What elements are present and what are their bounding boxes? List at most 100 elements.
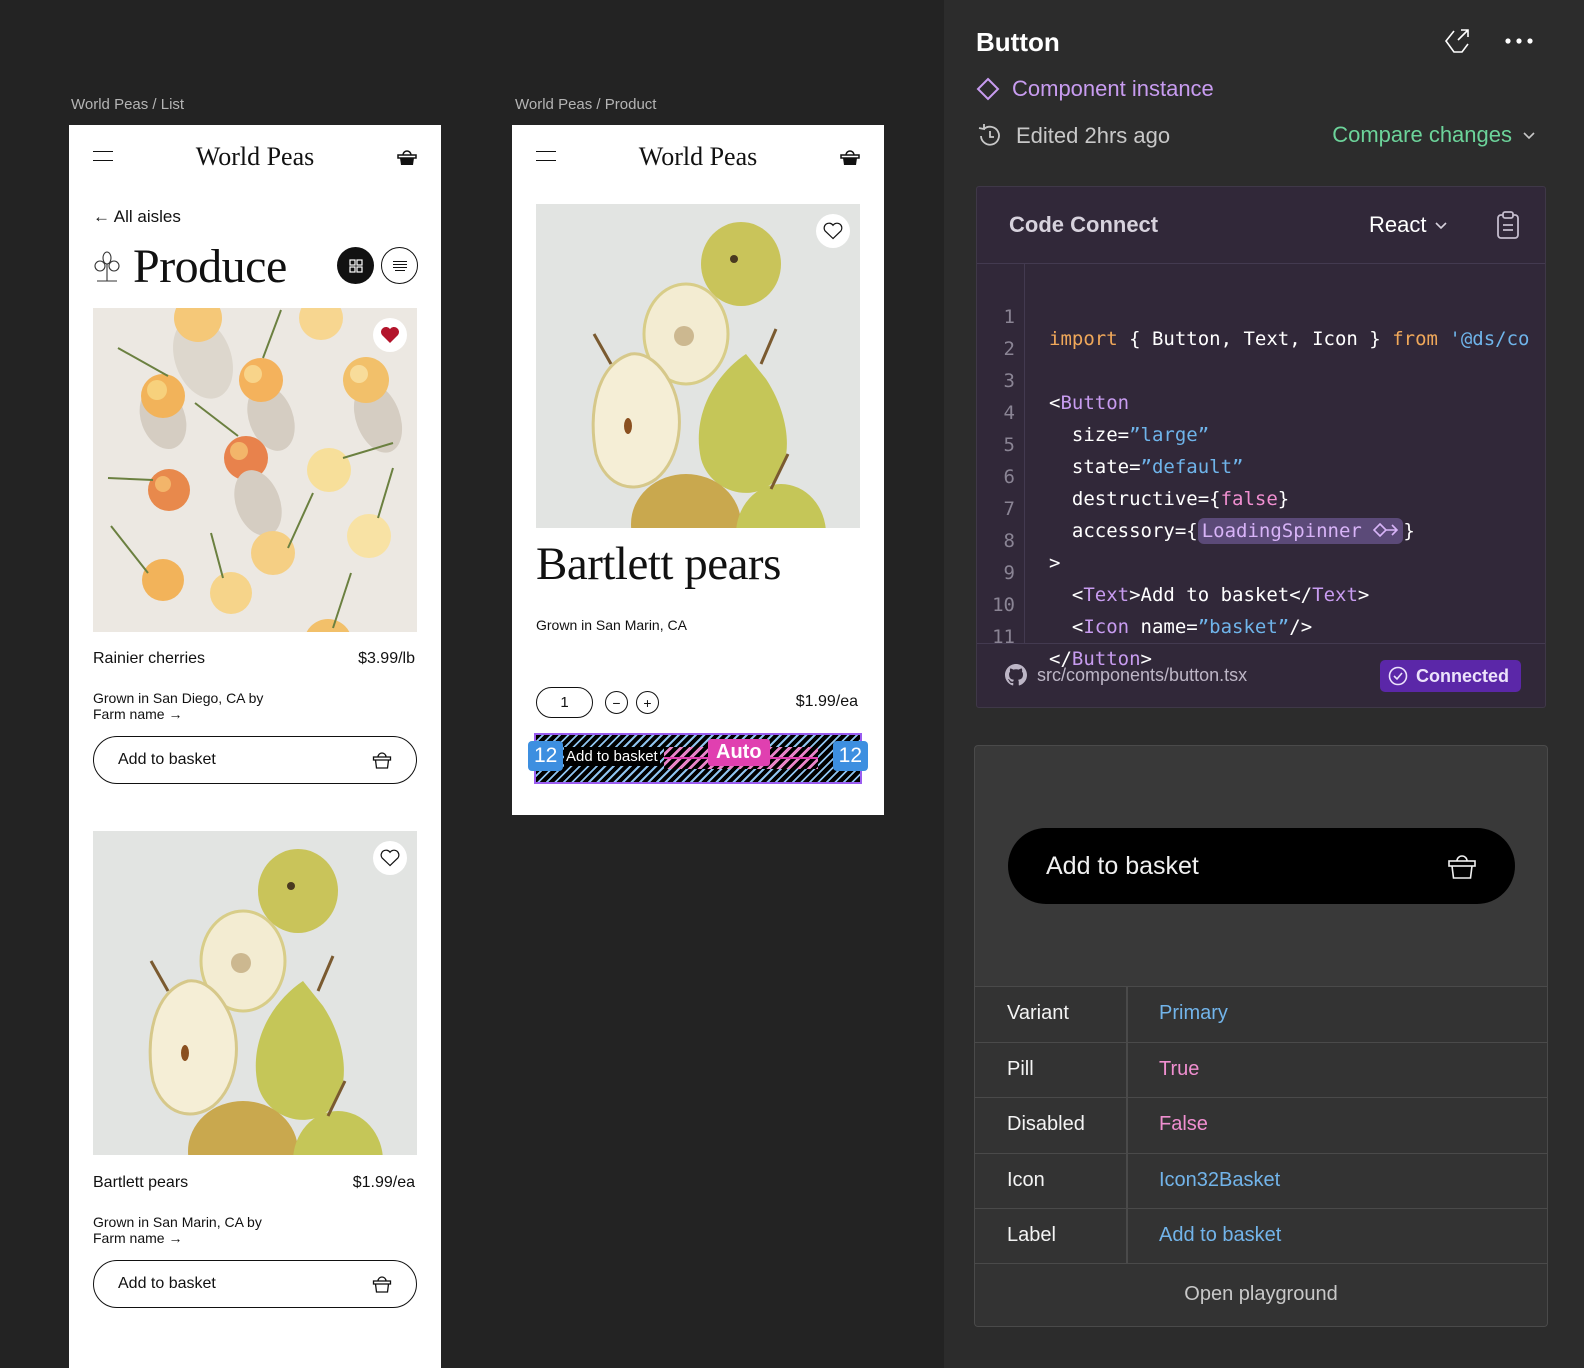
code-connect-card: Code Connect React 1 import { Button, Te… bbox=[976, 186, 1546, 708]
add-to-basket-button[interactable]: Add to basket bbox=[93, 1260, 417, 1308]
product-price: $1.99/ea bbox=[795, 693, 858, 710]
plus-icon: + bbox=[643, 694, 652, 711]
property-key: Variant bbox=[1007, 1002, 1069, 1024]
product-name[interactable]: Rainier cherries bbox=[93, 650, 205, 668]
property-value[interactable]: Icon32Basket bbox=[1159, 1169, 1280, 1192]
inspector-title: Button bbox=[976, 27, 1060, 57]
padding-left-badge[interactable]: 12 bbox=[528, 741, 564, 771]
go-to-main-component-button[interactable] bbox=[1440, 24, 1474, 58]
top-nav: World Peas bbox=[512, 125, 884, 189]
property-key: Icon bbox=[1007, 1168, 1045, 1191]
code-connect-header: Code Connect React bbox=[977, 187, 1545, 264]
property-row-icon[interactable]: Icon Icon32Basket bbox=[975, 1152, 1547, 1208]
product-origin: Grown in San Marin, CA by Farm name → bbox=[93, 1214, 262, 1246]
sprout-icon bbox=[94, 250, 120, 282]
github-icon bbox=[1005, 664, 1027, 686]
increment-button[interactable]: + bbox=[636, 691, 659, 714]
product-title: Bartlett pears bbox=[536, 538, 781, 590]
product-name[interactable]: Bartlett pears bbox=[93, 1174, 188, 1192]
grid-icon bbox=[348, 258, 363, 273]
code-line: 8 > bbox=[977, 508, 1545, 574]
padding-right-badge[interactable]: 12 bbox=[832, 741, 868, 771]
basket-icon[interactable] bbox=[840, 147, 860, 167]
list-icon bbox=[392, 260, 407, 271]
product-price: $1.99/ea bbox=[352, 1174, 415, 1191]
connected-badge: Connected bbox=[1379, 660, 1521, 692]
property-value[interactable]: True bbox=[1159, 1058, 1199, 1081]
farm-name-link[interactable]: Farm name → bbox=[93, 1230, 262, 1246]
language-label: React bbox=[1369, 212, 1427, 237]
source-file-link[interactable]: src/components/button.tsx bbox=[1005, 664, 1247, 686]
farm-name-link[interactable]: Farm name → bbox=[93, 706, 263, 722]
product-frame: World Peas Bartlett pears Grown in San M… bbox=[512, 125, 884, 815]
page-title-row: Produce bbox=[93, 239, 287, 294]
property-row-variant[interactable]: Variant Primary bbox=[975, 986, 1547, 1042]
code-line: 5 state=”default” bbox=[977, 412, 1545, 478]
basket-icon[interactable] bbox=[397, 147, 417, 167]
basket-icon bbox=[372, 1276, 392, 1293]
basket-icon bbox=[1448, 855, 1476, 879]
property-row-pill[interactable]: Pill True bbox=[975, 1041, 1547, 1097]
product-image-pears[interactable] bbox=[93, 831, 417, 1155]
selected-button-overlay[interactable]: Add to basket Auto 12 12 bbox=[528, 733, 868, 784]
property-key: Disabled bbox=[1007, 1113, 1085, 1135]
edited-row: Edited 2hrs ago bbox=[976, 122, 1170, 150]
property-value[interactable]: Add to basket bbox=[1159, 1224, 1281, 1247]
decrement-button[interactable]: − bbox=[605, 691, 628, 714]
history-icon bbox=[978, 124, 1000, 146]
connected-label: Connected bbox=[1415, 665, 1509, 686]
property-key: Label bbox=[1007, 1224, 1056, 1246]
more-icon bbox=[1505, 38, 1533, 44]
gap-auto-badge[interactable]: Auto bbox=[708, 739, 770, 766]
code-line: 3 <Button bbox=[977, 348, 1545, 414]
component-diamond-icon bbox=[976, 77, 1000, 101]
preview-button-label: Add to basket bbox=[1046, 851, 1199, 880]
preview-add-to-basket-button[interactable]: Add to basket bbox=[1008, 828, 1515, 904]
property-row-disabled[interactable]: Disabled False bbox=[975, 1097, 1547, 1153]
code-line: 11 </Button> bbox=[977, 604, 1545, 670]
property-key: Pill bbox=[1007, 1057, 1034, 1080]
list-frame: World Peas ← All aisles Produce Rainier … bbox=[69, 125, 441, 1368]
all-aisles-link[interactable]: ← All aisles bbox=[93, 207, 181, 227]
property-row-label[interactable]: Label Add to basket bbox=[975, 1208, 1547, 1264]
favorite-button[interactable] bbox=[816, 214, 850, 248]
code-line: 1 import { Button, Text, Icon } from '@d… bbox=[977, 284, 1545, 350]
chevron-down-icon bbox=[1435, 222, 1448, 230]
code-line: 10 <Icon name=”basket”/> bbox=[977, 572, 1545, 638]
properties-table: Variant Primary Pill True Disabled False… bbox=[975, 986, 1547, 1264]
product-origin: Grown in San Marin, CA bbox=[536, 617, 687, 633]
list-view-button[interactable] bbox=[381, 247, 418, 284]
more-options-button[interactable] bbox=[1502, 24, 1536, 58]
cherries-photo bbox=[107, 308, 403, 632]
clipboard-icon bbox=[1497, 211, 1519, 239]
code-line: 9 <Text>Add to basket</Text> bbox=[977, 540, 1545, 606]
component-instance-row[interactable]: Component instance bbox=[976, 76, 1214, 102]
frame-label-list[interactable]: World Peas / List bbox=[71, 96, 184, 113]
code-block[interactable]: 1 import { Button, Text, Icon } from '@d… bbox=[977, 264, 1545, 670]
button-label: Add to basket bbox=[118, 1275, 216, 1292]
property-value[interactable]: Primary bbox=[1159, 1002, 1228, 1025]
language-select[interactable]: React bbox=[1369, 212, 1448, 238]
component-preview-card: Add to basket Variant Primary Pill True bbox=[974, 745, 1548, 1327]
heart-outline-icon bbox=[823, 222, 843, 240]
file-path: src/components/button.tsx bbox=[1037, 664, 1248, 685]
brand-logo[interactable]: World Peas bbox=[69, 142, 441, 172]
heart-filled-icon bbox=[381, 327, 399, 343]
favorite-button[interactable] bbox=[373, 841, 407, 875]
compare-changes-dropdown[interactable]: Compare changes bbox=[1332, 122, 1536, 148]
add-to-basket-button[interactable]: Add to basket bbox=[93, 736, 417, 784]
page-title: Produce bbox=[133, 240, 287, 293]
frame-label-product[interactable]: World Peas / Product bbox=[515, 96, 656, 113]
property-value[interactable]: False bbox=[1159, 1113, 1208, 1136]
grid-view-button[interactable] bbox=[337, 247, 374, 284]
copy-code-button[interactable] bbox=[1493, 209, 1523, 241]
brand-logo[interactable]: World Peas bbox=[512, 142, 884, 172]
inspector-panel: Button Component instance Edited 2hrs ag… bbox=[944, 0, 1584, 1368]
code-line: 4 size=”large” bbox=[977, 380, 1545, 446]
favorite-button[interactable] bbox=[373, 318, 407, 352]
open-playground-button[interactable]: Open playground bbox=[975, 1263, 1547, 1326]
edited-timestamp: Edited 2hrs ago bbox=[1016, 123, 1171, 148]
origin-text: Grown in San Diego, CA by bbox=[93, 690, 264, 706]
product-image-cherries[interactable] bbox=[93, 308, 417, 632]
quantity-input[interactable]: 1 bbox=[536, 687, 593, 718]
